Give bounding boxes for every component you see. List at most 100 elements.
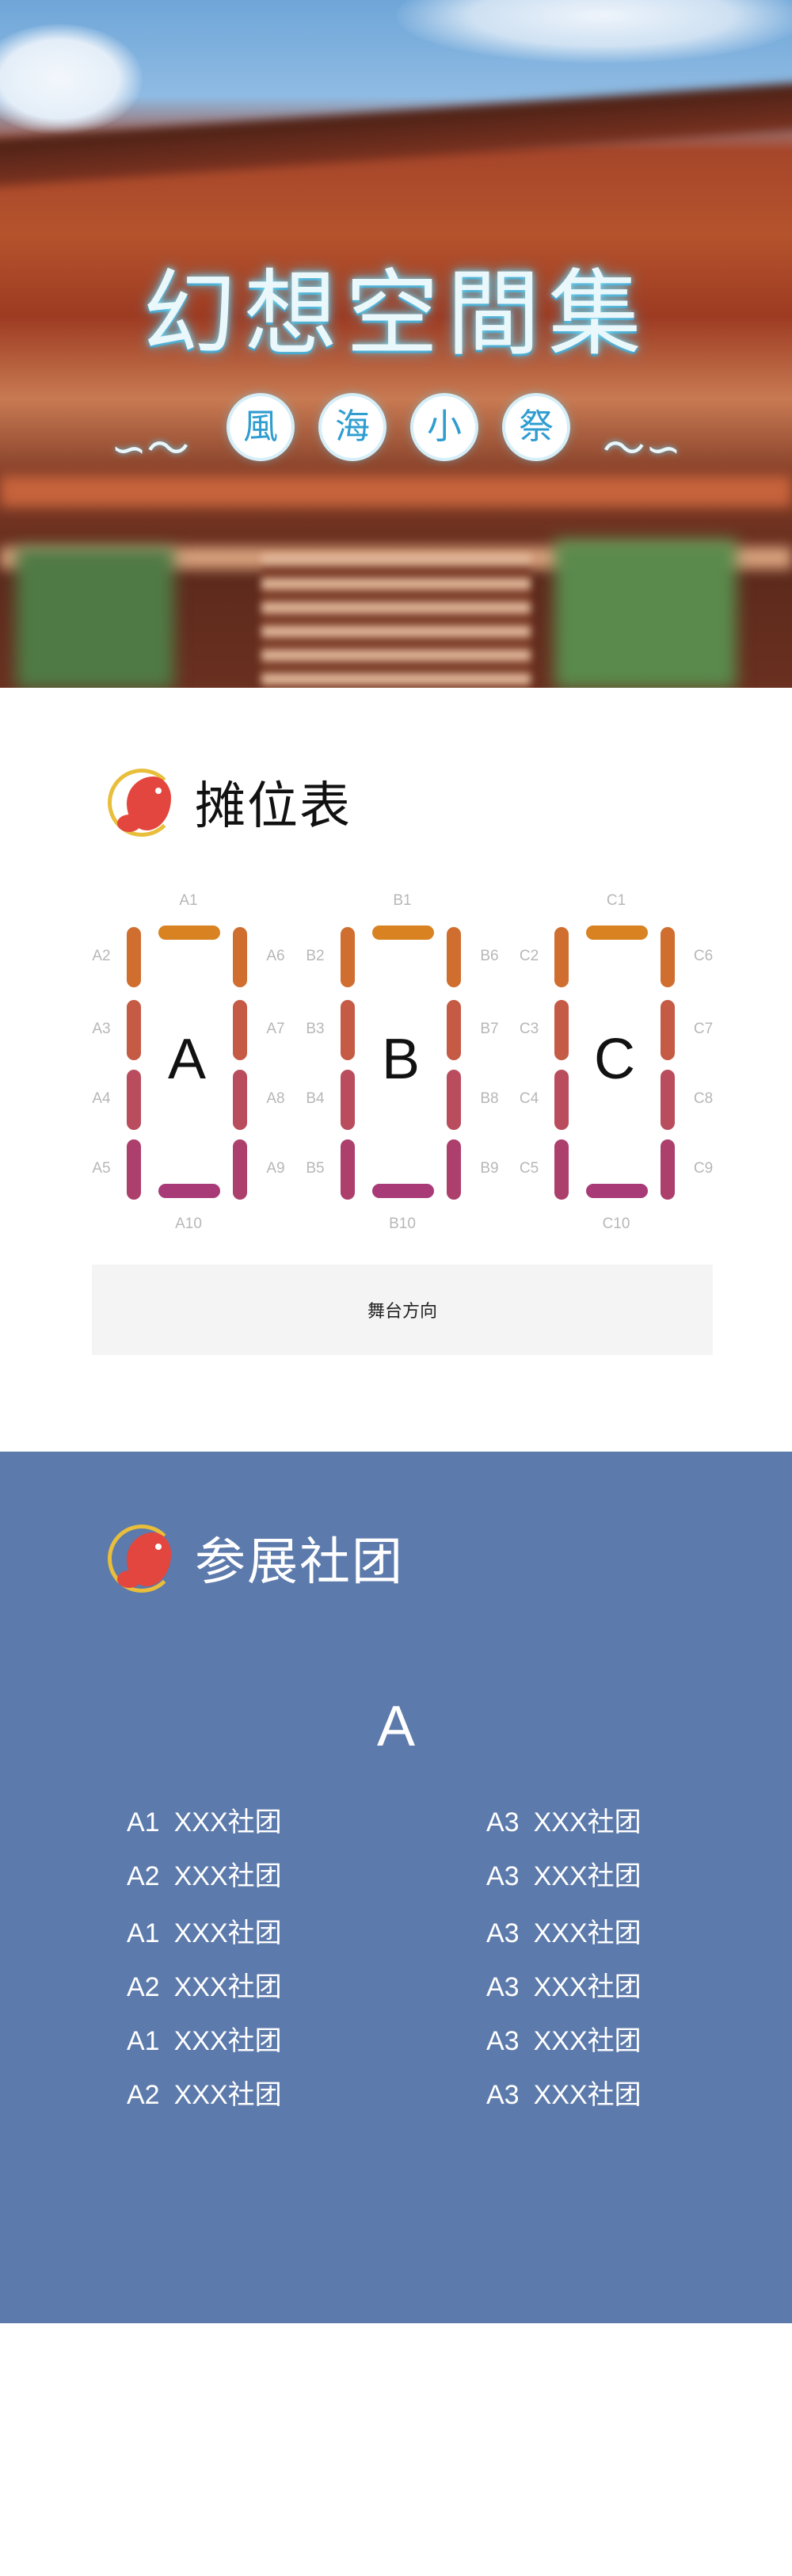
club-entry: A3 XXX社团 [486,1854,642,1893]
club-entry: A2 XXX社团 [127,2073,282,2112]
booth-label: C8 [693,1090,714,1107]
koi-logo-icon [108,769,176,837]
club-name: XXX社团 [533,1807,642,1838]
booth-slot-top[interactable] [586,925,648,940]
booth-slot-top[interactable] [158,925,220,940]
club-booth-code: A3 [486,1807,520,1838]
club-name: XXX社团 [533,1918,642,1948]
subtitle-char-seal: 風 [230,396,291,458]
booth-slot-left[interactable] [127,1139,141,1200]
subtitle-char-seal: 海 [322,396,383,458]
booth-label: C5 [519,1160,539,1177]
booth-label: C4 [519,1090,539,1107]
subtitle-char-seal: 小 [413,396,475,458]
booth-slot-left[interactable] [554,1000,569,1060]
stage-direction: 舞台方向 [92,1265,713,1355]
booth-slot-bottom[interactable] [158,1184,220,1198]
booth-slot-right[interactable] [447,1070,461,1130]
booth-slot-right[interactable] [661,1139,675,1200]
cloud-decoration [396,0,792,63]
club-name: XXX社团 [533,2080,642,2110]
booth-label: B3 [306,1021,325,1037]
club-entry: A2 XXX社团 [127,1854,282,1893]
stage-direction-label: 舞台方向 [367,1302,437,1322]
club-entry: A3 XXX社团 [486,2019,642,2058]
booth-slot-left[interactable] [127,1070,141,1130]
booth-label: A1 [179,892,198,909]
club-entry: A1 XXX社团 [127,1800,282,1839]
club-entry: A3 XXX社团 [486,2073,642,2112]
club-name: XXX社团 [533,2026,642,2056]
booth-slot-top[interactable] [372,925,434,940]
club-booth-code: A1 [127,2026,160,2056]
booth-slot-left[interactable] [341,1070,355,1130]
booth-label: B4 [306,1090,325,1107]
club-name: XXX社团 [533,1972,642,2002]
booth-slot-right[interactable] [233,927,247,987]
booth-slot-bottom[interactable] [372,1184,434,1198]
booth-label: A4 [92,1090,111,1107]
booth-label: B1 [393,892,412,909]
section-title: 参展社团 [195,1533,404,1592]
temple-beam-decoration [0,475,792,507]
booth-slot-right[interactable] [661,927,675,987]
club-booth-code: A3 [486,1861,520,1891]
club-name: XXX社团 [173,2080,282,2110]
club-entry: A1 XXX社团 [127,2019,282,2058]
booth-label: C7 [693,1021,714,1037]
booth-slot-right[interactable] [661,1070,675,1130]
booth-slot-right[interactable] [233,1070,247,1130]
section-title: 摊位表 [195,777,352,836]
booth-label: A10 [175,1215,202,1232]
booth-slot-left[interactable] [341,927,355,987]
booth-group-letter: B [381,1028,421,1091]
subtitle-char-seal: 祭 [505,396,567,458]
booth-slot-right[interactable] [447,927,461,987]
club-name: XXX社团 [173,2026,282,2056]
club-entry: A2 XXX社团 [127,1965,282,2004]
booth-label: B10 [389,1215,416,1232]
booth-slot-left[interactable] [127,1000,141,1060]
club-booth-code: A2 [127,1861,160,1891]
booth-slot-left[interactable] [554,1070,569,1130]
booth-slot-right[interactable] [233,1139,247,1200]
club-entry: A3 XXX社团 [486,1911,642,1950]
booth-slot-right[interactable] [447,1139,461,1200]
cloud-decoration [0,24,143,135]
club-booth-code: A1 [127,1807,160,1838]
temple-panel-decoration [16,547,174,688]
booth-slot-left[interactable] [554,1139,569,1200]
booth-label: B5 [306,1160,325,1177]
booth-slot-left[interactable] [127,927,141,987]
club-entry: A3 XXX社团 [486,1965,642,2004]
booth-slot-left[interactable] [341,1000,355,1060]
booth-slot-left[interactable] [341,1139,355,1200]
booth-slot-right[interactable] [447,1000,461,1060]
temple-panel-decoration [554,539,737,688]
booth-slot-bottom[interactable] [586,1184,648,1198]
club-name: XXX社团 [173,1861,282,1891]
booth-group-letter: C [594,1028,635,1091]
swirl-right-icon: ～∽ [602,424,681,474]
club-entry: A3 XXX社团 [486,1800,642,1839]
booth-section-header: 摊位表 [108,765,352,838]
booth-slot-right[interactable] [233,1000,247,1060]
club-booth-code: A2 [127,2080,160,2110]
club-booth-code: A1 [127,1918,160,1948]
club-name: XXX社团 [173,1918,282,1948]
booth-label: C3 [519,1021,539,1037]
swirl-left-icon: ∽～ [111,424,190,474]
booth-label: C10 [602,1215,630,1232]
booth-label: A5 [92,1160,111,1177]
booth-label: B2 [306,948,325,964]
club-booth-code: A3 [486,1918,520,1948]
club-booth-code: A3 [486,2026,520,2056]
booth-label: A2 [92,948,111,964]
club-entry: A1 XXX社团 [127,1911,282,1950]
booth-slot-left[interactable] [554,927,569,987]
club-booth-code: A3 [486,1972,520,2002]
booth-slot-right[interactable] [661,1000,675,1060]
club-booth-code: A2 [127,1972,160,2002]
club-name: XXX社团 [173,1972,282,2002]
booth-label: A3 [92,1021,111,1037]
